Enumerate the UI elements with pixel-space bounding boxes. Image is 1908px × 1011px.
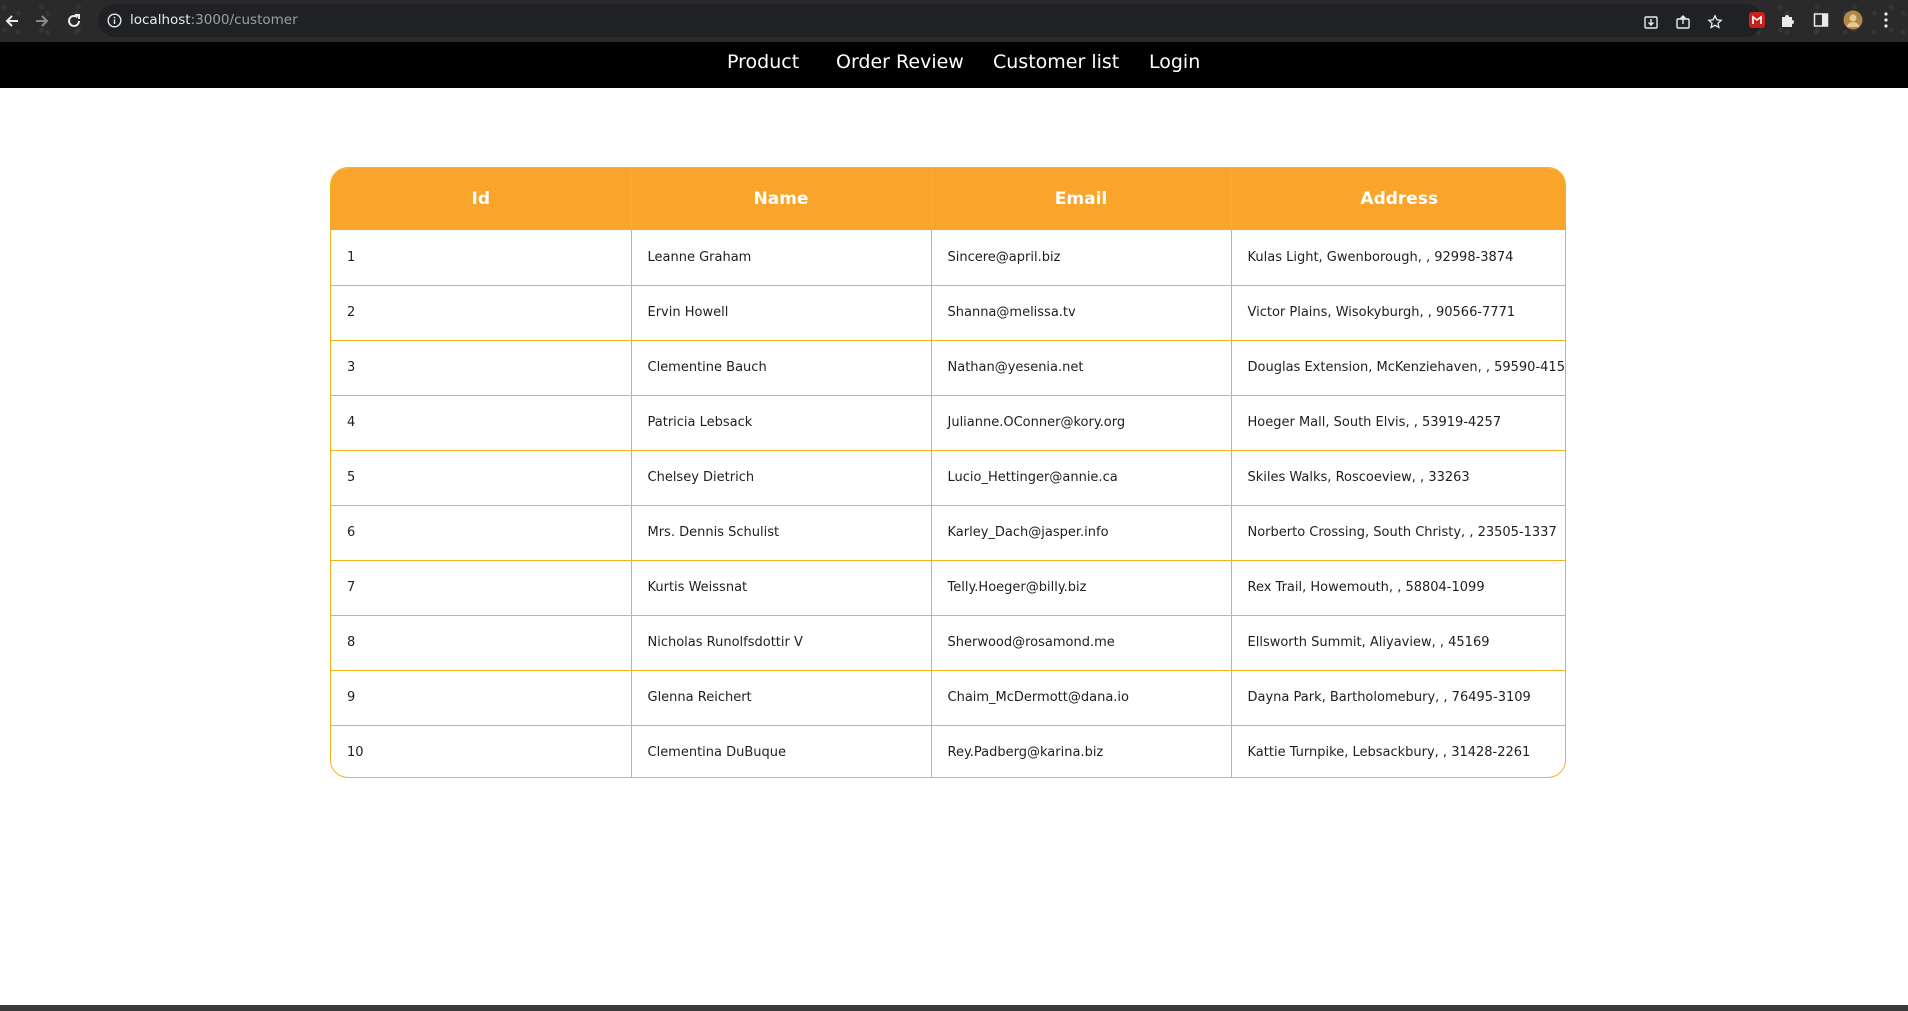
cell-name: Clementine Bauch — [630, 339, 931, 395]
column-header-address: Address — [1230, 168, 1565, 230]
cell-email: Sincere@april.biz — [930, 230, 1231, 285]
taskbar-edge — [0, 1005, 1908, 1011]
install-icon[interactable] — [1642, 13, 1660, 31]
cell-email: Telly.Hoeger@billy.biz — [930, 559, 1231, 615]
cell-name: Kurtis Weissnat — [630, 559, 931, 615]
table-row: 5 Chelsey Dietrich Lucio_Hettinger@annie… — [331, 449, 1565, 505]
table-row: 4 Patricia Lebsack Julianne.OConner@kory… — [331, 394, 1565, 450]
column-header-email: Email — [930, 168, 1231, 230]
cell-address: Skiles Walks, Roscoeview, , 33263 — [1230, 449, 1565, 505]
cell-name: Ervin Howell — [630, 284, 931, 340]
cell-name: Chelsey Dietrich — [630, 449, 931, 505]
table-row: 8 Nicholas Runolfsdottir V Sherwood@rosa… — [331, 614, 1565, 670]
cell-id: 6 — [331, 504, 631, 560]
cell-name: Nicholas Runolfsdottir V — [630, 614, 931, 670]
menu-dots-icon[interactable] — [1876, 10, 1896, 30]
cell-name: Leanne Graham — [630, 230, 931, 285]
cell-email: Julianne.OConner@kory.org — [930, 394, 1231, 450]
url-path: :3000/customer — [190, 12, 298, 28]
table-row: 2 Ervin Howell Shanna@melissa.tv Victor … — [331, 284, 1565, 340]
table-row: 3 Clementine Bauch Nathan@yesenia.net Do… — [331, 339, 1565, 395]
cell-address: Norberto Crossing, South Christy, , 2350… — [1230, 504, 1565, 560]
url-host: localhost — [130, 12, 191, 28]
nav-link-customer-list[interactable]: Customer list — [993, 51, 1119, 73]
customer-table: Id Name Email Address 1 Leanne Graham Si… — [330, 167, 1566, 778]
nav-link-product[interactable]: Product — [727, 51, 799, 73]
cell-address: Kattie Turnpike, Lebsackbury, , 31428-22… — [1230, 724, 1565, 777]
table-row: 10 Clementina DuBuque Rey.Padberg@karina… — [331, 724, 1565, 777]
table-row: 7 Kurtis Weissnat Telly.Hoeger@billy.biz… — [331, 559, 1565, 615]
cell-id: 9 — [331, 669, 631, 725]
reload-icon[interactable] — [62, 9, 86, 33]
table-row: 6 Mrs. Dennis Schulist Karley_Dach@jaspe… — [331, 504, 1565, 560]
cell-address: Victor Plains, Wisokyburgh, , 90566-7771 — [1230, 284, 1565, 340]
table-row: 1 Leanne Graham Sincere@april.biz Kulas … — [331, 230, 1565, 285]
puzzle-icon[interactable] — [1778, 10, 1798, 30]
cell-email: Sherwood@rosamond.me — [930, 614, 1231, 670]
cell-email: Rey.Padberg@karina.biz — [930, 724, 1231, 777]
cell-id: 1 — [347, 249, 356, 265]
table-body: 1 Leanne Graham Sincere@april.biz Kulas … — [331, 230, 1565, 777]
info-icon[interactable] — [107, 13, 122, 28]
browser-toolbar: localhost:3000/customer — [0, 0, 1908, 42]
cell-email: Nathan@yesenia.net — [930, 339, 1231, 395]
back-icon[interactable] — [0, 9, 24, 33]
cell-name: Mrs. Dennis Schulist — [630, 504, 931, 560]
side-panel-icon[interactable] — [1811, 10, 1831, 30]
cell-address: Dayna Park, Bartholomebury, , 76495-3109 — [1230, 669, 1565, 725]
nav-link-login[interactable]: Login — [1149, 51, 1200, 73]
extension-red-icon[interactable] — [1747, 10, 1767, 30]
url-text[interactable]: localhost:3000/customer — [130, 12, 298, 28]
cell-id: 3 — [331, 339, 631, 395]
column-header-name: Name — [630, 168, 931, 230]
cell-name: Glenna Reichert — [630, 669, 931, 725]
cell-id: 5 — [331, 449, 631, 505]
cell-id: 4 — [331, 394, 631, 450]
address-bar[interactable]: localhost:3000/customer — [98, 4, 1762, 37]
column-header-id: Id — [331, 168, 631, 230]
cell-email: Karley_Dach@jasper.info — [930, 504, 1231, 560]
share-icon[interactable] — [1674, 13, 1692, 31]
forward-icon[interactable] — [30, 9, 54, 33]
nav-link-order-review[interactable]: Order Review — [836, 51, 964, 73]
table-row: 9 Glenna Reichert Chaim_McDermott@dana.i… — [331, 669, 1565, 725]
cell-address: Rex Trail, Howemouth, , 58804-1099 — [1230, 559, 1565, 615]
cell-email: Lucio_Hettinger@annie.ca — [930, 449, 1231, 505]
cell-address: Douglas Extension, McKenziehaven, , 5959… — [1230, 339, 1565, 395]
cell-name: Clementina DuBuque — [630, 724, 931, 777]
cell-email: Shanna@melissa.tv — [930, 284, 1231, 340]
cell-id: 7 — [331, 559, 631, 615]
profile-avatar[interactable] — [1843, 10, 1863, 30]
cell-address: Kulas Light, Gwenborough, , 92998-3874 — [1230, 230, 1565, 285]
cell-name: Patricia Lebsack — [630, 394, 931, 450]
bookmark-star-icon[interactable] — [1706, 13, 1724, 31]
cell-id: 2 — [331, 284, 631, 340]
cell-email: Chaim_McDermott@dana.io — [930, 669, 1231, 725]
cell-id: 8 — [331, 614, 631, 670]
cell-id: 10 — [331, 724, 631, 777]
cell-address: Ellsworth Summit, Aliyaview, , 45169 — [1230, 614, 1565, 670]
cell-address: Hoeger Mall, South Elvis, , 53919-4257 — [1230, 394, 1565, 450]
table-header: Id Name Email Address — [331, 168, 1565, 230]
site-navbar: Product Order Review Customer list Login — [0, 42, 1908, 88]
